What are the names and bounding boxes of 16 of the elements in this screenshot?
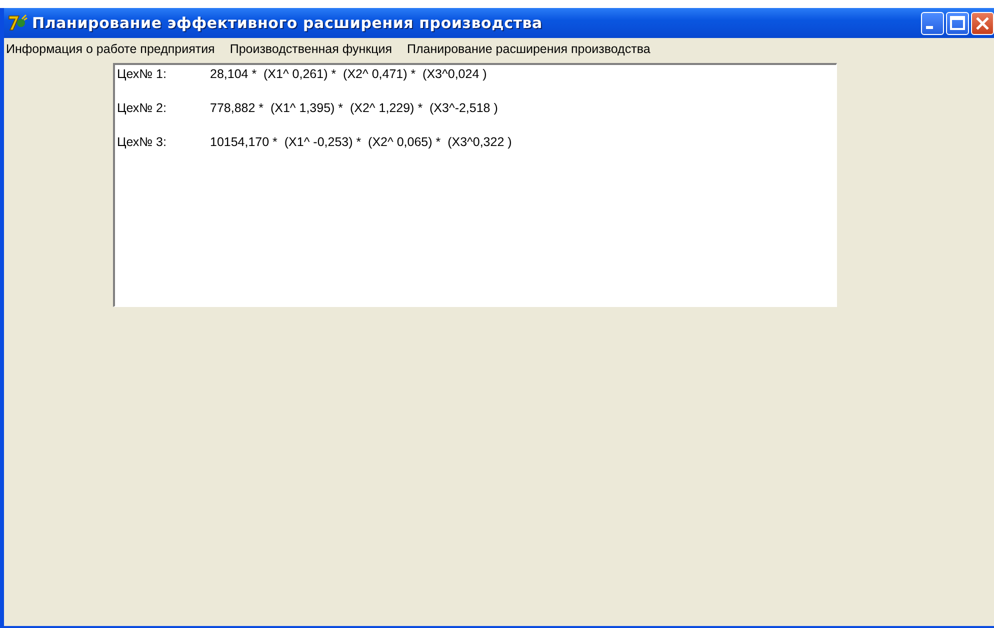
workshop-label: Цех№ 1:: [117, 67, 168, 83]
menu-item[interactable]: Информация о работе предприятия: [6, 42, 215, 56]
text-area[interactable]: Цех№ 1: 28,104 * (X1^ 0,261) * (X2^ 0,471) * (X3^0,024 ) Цех№ 2: 778,882 * (X1^ 1,395) * (X2^ 1,229) * (X3^-2,518 ) Цех№ 3: 10154,170 * (X1^ -0,253) * (X2^ 0,065) * (X3^0,322 ): [113, 63, 837, 307]
formula-text: 778,882 * (X1^ 1,395) * (X2^ 1,229) * (X3^-2,518 ): [210, 101, 498, 117]
workshop-label: Цех№ 3:: [117, 135, 168, 151]
maximize-button[interactable]: [946, 12, 969, 34]
app-logo-icon: [8, 14, 28, 32]
minimize-button[interactable]: [921, 12, 944, 34]
formula-text: 10154,170 * (X1^ -0,253) * (X2^ 0,065) * (X3^0,322 ): [210, 135, 512, 151]
minimize-icon: [926, 26, 933, 28]
workshop-label: Цех№ 2:: [117, 101, 168, 117]
window-title: Планирование эффективного расширения производства: [32, 14, 544, 32]
menu-item[interactable]: Производственная функция: [230, 42, 392, 56]
menu-item[interactable]: Планирование расширения производства: [407, 42, 650, 56]
close-button[interactable]: [971, 12, 994, 34]
formula-text: 28,104 * (X1^ 0,261) * (X2^ 0,471) * (X3^0,024 ): [210, 67, 487, 83]
